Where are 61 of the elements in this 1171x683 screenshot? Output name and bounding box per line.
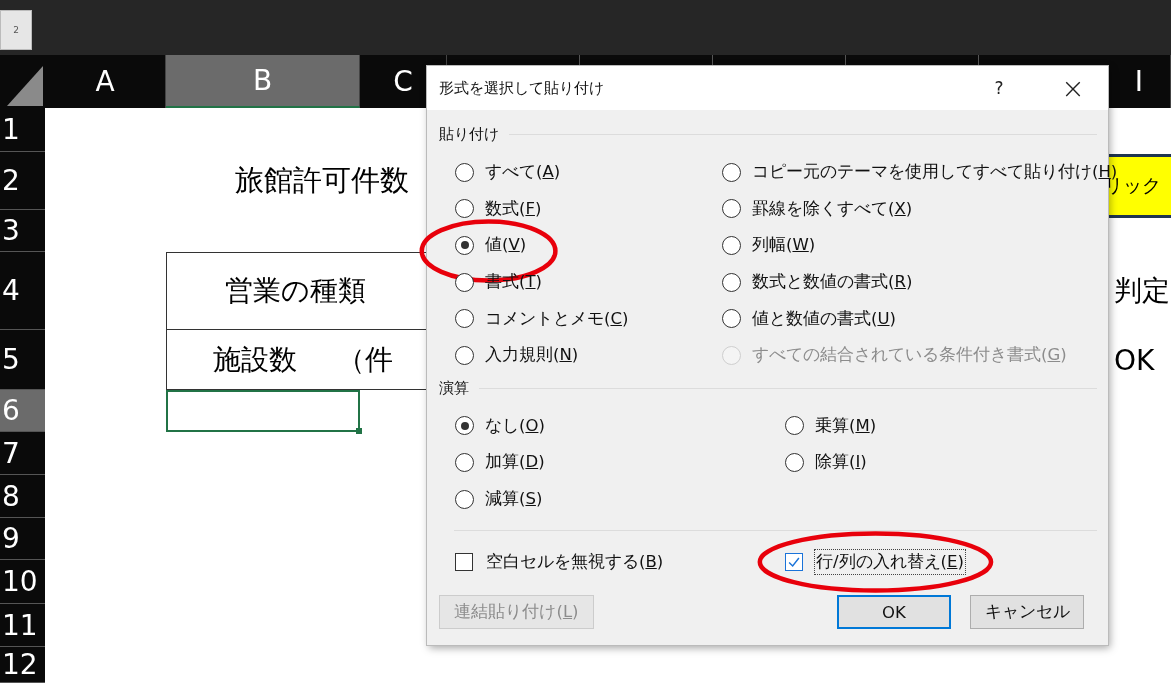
- row-header[interactable]: 8: [0, 475, 45, 518]
- radio-button[interactable]: [722, 162, 741, 182]
- option-label[interactable]: 値と数値の書式(U): [752, 307, 896, 330]
- table-cell-text: 判定: [1113, 273, 1171, 309]
- sheet-tab[interactable]: 2: [0, 10, 32, 50]
- group-label: 貼り付け: [439, 124, 499, 144]
- option-label[interactable]: 乗算(M): [815, 414, 877, 437]
- radio-button[interactable]: [455, 309, 474, 329]
- checkbox[interactable]: [785, 553, 803, 572]
- group-label: 演算: [439, 379, 469, 399]
- sheet-title: 旅館許可件数: [234, 162, 410, 199]
- row-header[interactable]: 2: [0, 152, 45, 210]
- radio-button[interactable]: [455, 162, 474, 182]
- option-label[interactable]: 数式(F): [485, 197, 542, 220]
- row-header[interactable]: 9: [0, 518, 45, 560]
- radio-button[interactable]: [455, 345, 474, 365]
- row-header[interactable]: 10: [0, 560, 45, 604]
- radio-button[interactable]: [722, 272, 741, 292]
- radio-button[interactable]: [455, 489, 474, 509]
- checkbox-label[interactable]: 行/列の入れ替え(E): [814, 549, 966, 576]
- row-header[interactable]: 6: [0, 390, 45, 432]
- row-header[interactable]: 3: [0, 210, 45, 252]
- radio-button[interactable]: [722, 236, 741, 255]
- row-header[interactable]: 4: [0, 252, 45, 330]
- help-button[interactable]: ?: [984, 78, 1014, 98]
- row-header[interactable]: 1: [0, 108, 45, 152]
- row-header[interactable]: 5: [0, 330, 45, 390]
- table-cell-text: 施設数: [213, 341, 297, 378]
- option-label[interactable]: 罫線を除くすべて(X): [752, 197, 913, 220]
- option-label[interactable]: 数式と数値の書式(R): [752, 271, 913, 294]
- table-cell-text: （件: [337, 341, 393, 378]
- checkbox-label[interactable]: 空白セルを無視する(B): [484, 549, 666, 576]
- radio-button[interactable]: [455, 199, 474, 219]
- radio-button[interactable]: [455, 236, 474, 255]
- radio-button[interactable]: [455, 452, 474, 472]
- row-header[interactable]: 7: [0, 432, 45, 475]
- radio-button[interactable]: [785, 452, 804, 472]
- option-label[interactable]: 入力規則(N): [485, 344, 579, 367]
- table-cell-text: OK: [1113, 342, 1156, 379]
- radio-button[interactable]: [785, 416, 804, 436]
- active-cell[interactable]: [166, 390, 360, 432]
- select-all-corner[interactable]: [0, 55, 45, 108]
- option-label[interactable]: すべて(A): [485, 161, 561, 184]
- dialog-button[interactable]: OK: [837, 595, 951, 630]
- row-header[interactable]: 11: [0, 604, 45, 647]
- column-header[interactable]: A: [45, 55, 166, 108]
- close-button[interactable]: ×: [1058, 71, 1088, 105]
- option-label[interactable]: 除算(I): [815, 451, 867, 474]
- checkbox[interactable]: [455, 553, 473, 572]
- column-header[interactable]: I: [1108, 55, 1171, 108]
- dialog-button[interactable]: キャンセル: [970, 595, 1084, 630]
- column-header[interactable]: B: [166, 55, 360, 108]
- row-header[interactable]: 12: [0, 647, 45, 683]
- radio-button[interactable]: [722, 199, 741, 219]
- option-label[interactable]: 列幅(W): [752, 234, 816, 257]
- radio-button[interactable]: [455, 272, 474, 292]
- option-label[interactable]: なし(O): [485, 414, 545, 437]
- option-label[interactable]: 加算(D): [485, 451, 545, 474]
- option-label[interactable]: 減算(S): [485, 488, 543, 511]
- radio-button[interactable]: [455, 416, 474, 436]
- radio-button[interactable]: [722, 309, 741, 329]
